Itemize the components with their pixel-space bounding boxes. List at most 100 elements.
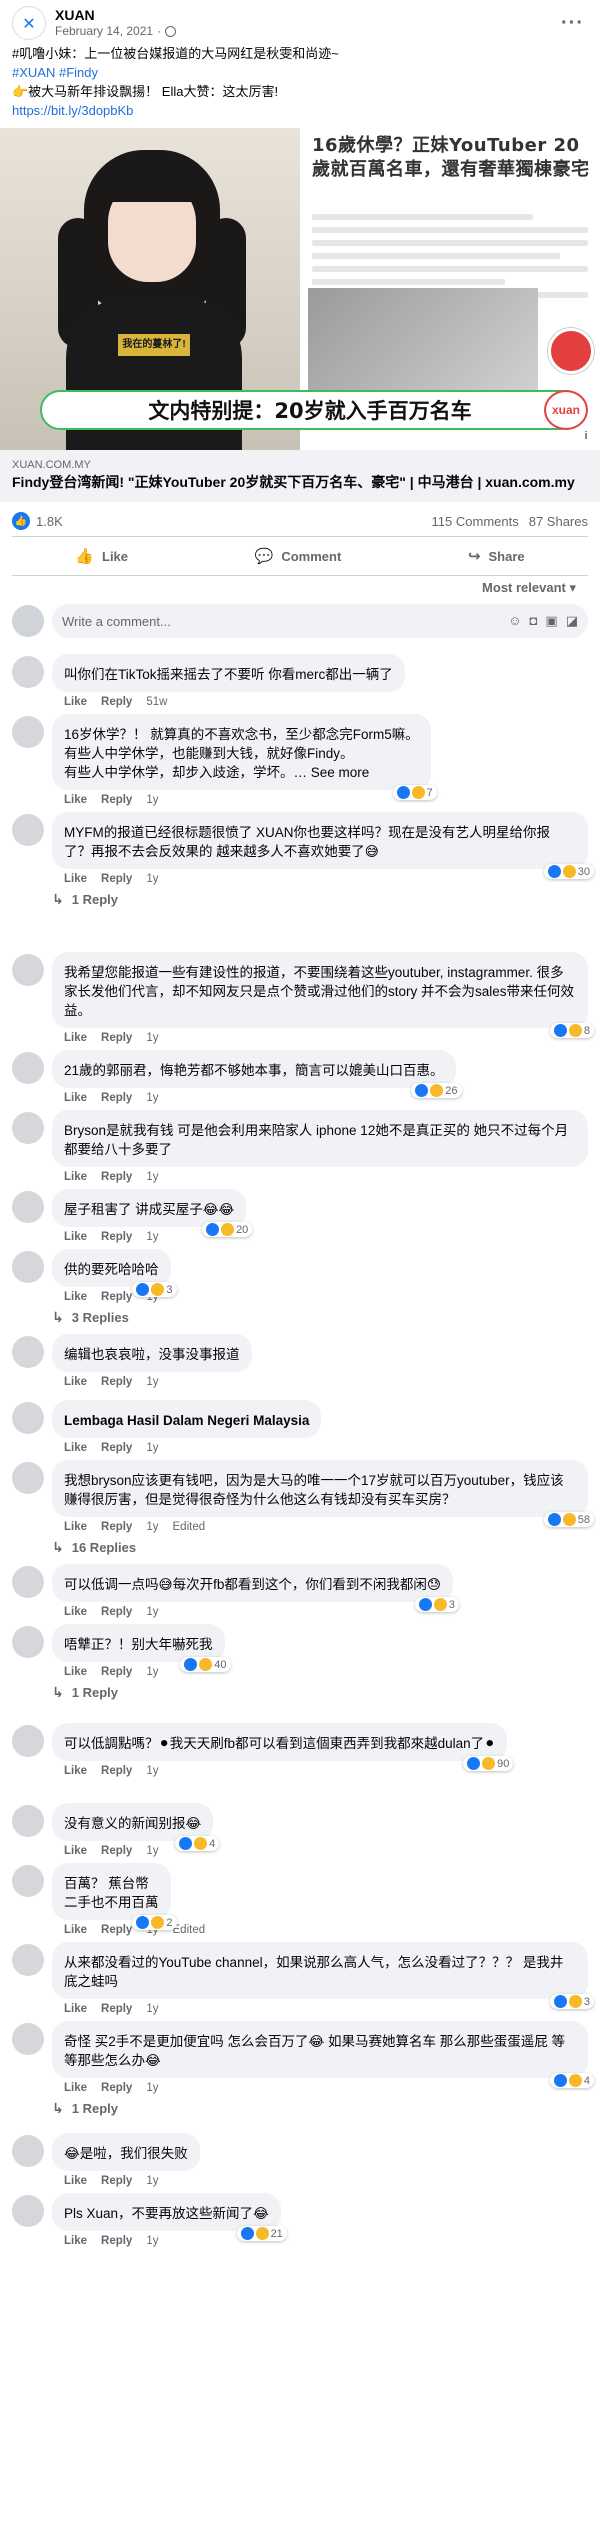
comment-reply-link[interactable]: Reply	[101, 1376, 132, 1388]
comment-reply-link[interactable]: Reply	[101, 1442, 132, 1454]
comment-like-link[interactable]: Like	[64, 2175, 87, 2187]
share-button[interactable]: ↪ Share	[454, 545, 539, 567]
comment-like-link[interactable]: Like	[64, 696, 87, 708]
comment-like-link[interactable]: Like	[64, 1521, 87, 1533]
comment-reply-link[interactable]: Reply	[101, 1032, 132, 1044]
comment-time[interactable]: 51w	[146, 696, 167, 708]
more-options-icon[interactable]: ···	[561, 12, 584, 35]
comment-button[interactable]: 💬 Comment	[241, 545, 356, 567]
view-replies-link[interactable]: ↳ 16 Replies	[52, 1533, 588, 1558]
commenter-avatar[interactable]	[12, 814, 44, 846]
comment-reply-link[interactable]: Reply	[101, 1092, 132, 1104]
gif-icon[interactable]: ▣	[545, 613, 557, 629]
comment-reactions[interactable]: 8	[549, 1023, 594, 1038]
comment-reactions[interactable]: 2	[132, 1915, 177, 1930]
comment-reactions[interactable]: 20	[202, 1222, 253, 1237]
comment-like-link[interactable]: Like	[64, 1291, 87, 1303]
comment-reactions[interactable]: 90	[463, 1756, 514, 1771]
comment-reactions[interactable]: 4	[549, 2073, 594, 2088]
view-replies-link[interactable]: ↳ 1 Reply	[52, 1678, 588, 1703]
comment-time[interactable]: 1y	[146, 1092, 158, 1104]
comment-like-link[interactable]: Like	[64, 1231, 87, 1243]
sticker-icon[interactable]: ◪	[566, 613, 578, 629]
comment-reply-link[interactable]: Reply	[101, 873, 132, 885]
comment-time[interactable]: 1y	[146, 873, 158, 885]
commenter-avatar[interactable]	[12, 1191, 44, 1223]
comment-like-link[interactable]: Like	[64, 1032, 87, 1044]
comment-like-link[interactable]: Like	[64, 1442, 87, 1454]
commenter-avatar[interactable]	[12, 1251, 44, 1283]
camera-icon[interactable]: ◘	[530, 613, 538, 629]
commenter-avatar[interactable]	[12, 1336, 44, 1368]
comment-like-link[interactable]: Like	[64, 2082, 87, 2094]
comment-reply-link[interactable]: Reply	[101, 1291, 132, 1303]
post-image[interactable]: 我在的蔓林了! 16歲休學？正妹YouTuber 20歲就百萬名車，還有奢華獨棟…	[0, 128, 600, 450]
comment-reply-link[interactable]: Reply	[101, 1171, 132, 1183]
comment-like-link[interactable]: Like	[64, 1924, 87, 1936]
comment-time[interactable]: 1y	[146, 2082, 158, 2094]
comment-reply-link[interactable]: Reply	[101, 1666, 132, 1678]
view-replies-link[interactable]: ↳ 3 Replies	[52, 1303, 588, 1328]
commenter-avatar[interactable]	[12, 1052, 44, 1084]
comment-reply-link[interactable]: Reply	[101, 2235, 132, 2247]
comment-time[interactable]: 1y	[146, 1171, 158, 1183]
comment-time[interactable]: 1y	[146, 2175, 158, 2187]
comment-time[interactable]: 1y	[146, 1032, 158, 1044]
comment-reply-link[interactable]: Reply	[101, 2003, 132, 2015]
commenter-avatar[interactable]	[12, 1805, 44, 1837]
comment-like-link[interactable]: Like	[64, 1606, 87, 1618]
comment-reactions[interactable]: 26	[411, 1083, 462, 1098]
commenter-avatar[interactable]	[12, 2135, 44, 2167]
commenter-avatar[interactable]	[12, 716, 44, 748]
commenter-avatar[interactable]	[12, 2195, 44, 2227]
share-count[interactable]: 87 Shares	[529, 514, 588, 529]
comment-reactions[interactable]: 3	[132, 1282, 177, 1297]
commenter-avatar[interactable]	[12, 2023, 44, 2055]
comment-reply-link[interactable]: Reply	[101, 696, 132, 708]
comment-reply-link[interactable]: Reply	[101, 1765, 132, 1777]
comment-time[interactable]: 1y	[146, 1666, 158, 1678]
post-date[interactable]: February 14, 2021	[55, 24, 153, 39]
comment-time[interactable]: 1y	[146, 794, 158, 806]
comment-reply-link[interactable]: Reply	[101, 1606, 132, 1618]
comment-reply-link[interactable]: Reply	[101, 2082, 132, 2094]
link-preview[interactable]: XUAN.COM.MY Findy登台湾新闻! "正妹YouTuber 20岁就…	[0, 450, 600, 502]
view-replies-link[interactable]: ↳ 1 Reply	[52, 885, 588, 910]
post-link[interactable]: https://bit.ly/3dopbKb	[12, 101, 588, 120]
comment-time[interactable]: 1y	[146, 2003, 158, 2015]
page-name[interactable]: XUAN	[55, 7, 561, 24]
comment-time[interactable]: 1y	[146, 1376, 158, 1388]
like-count[interactable]: 1.8K	[36, 514, 63, 529]
like-button[interactable]: 👍 Like	[61, 545, 142, 567]
info-icon[interactable]: i	[578, 428, 594, 444]
comment-like-link[interactable]: Like	[64, 1376, 87, 1388]
comment-reactions[interactable]: 30	[543, 864, 594, 879]
comment-reactions[interactable]: 58	[543, 1512, 594, 1527]
commenter-avatar[interactable]	[12, 954, 44, 986]
commenter-avatar[interactable]	[12, 1566, 44, 1598]
emoji-icon[interactable]: ☺	[508, 613, 521, 629]
comment-like-link[interactable]: Like	[64, 794, 87, 806]
comment-reply-link[interactable]: Reply	[101, 1231, 132, 1243]
page-avatar[interactable]: ✕	[12, 6, 46, 40]
comment-like-link[interactable]: Like	[64, 873, 87, 885]
sort-dropdown[interactable]: Most relevant ▾	[12, 575, 588, 602]
comment-time[interactable]: 1y	[146, 1442, 158, 1454]
comment-reply-link[interactable]: Reply	[101, 1845, 132, 1857]
comment-time[interactable]: 1y	[146, 1845, 158, 1857]
comment-reactions[interactable]: 21	[236, 2226, 287, 2241]
commenter-avatar[interactable]	[12, 1402, 44, 1434]
comment-reactions[interactable]: 40	[180, 1657, 231, 1672]
comment-input[interactable]: Write a comment... ☺ ◘ ▣ ◪	[52, 604, 588, 638]
comment-reply-link[interactable]: Reply	[101, 2175, 132, 2187]
comment-reply-link[interactable]: Reply	[101, 794, 132, 806]
comment-like-link[interactable]: Like	[64, 1666, 87, 1678]
comment-like-link[interactable]: Like	[64, 1092, 87, 1104]
post-hashtags[interactable]: #XUAN #Findy	[12, 63, 588, 82]
comment-time[interactable]: 1y	[146, 1231, 158, 1243]
comment-reactions[interactable]: 3	[414, 1597, 459, 1612]
comment-reply-link[interactable]: Reply	[101, 1521, 132, 1533]
comment-time[interactable]: 1y	[146, 1765, 158, 1777]
comment-like-link[interactable]: Like	[64, 1171, 87, 1183]
commenter-avatar[interactable]	[12, 1112, 44, 1144]
